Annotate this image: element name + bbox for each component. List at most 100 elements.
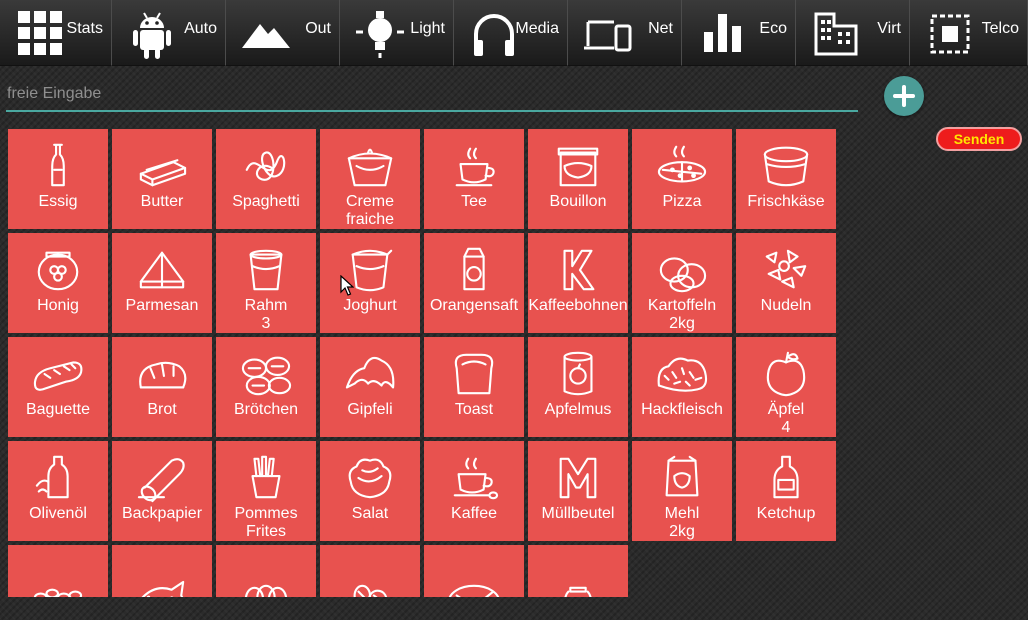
toast-icon	[454, 353, 494, 395]
item-label: Joghurt	[343, 297, 397, 314]
item-tile-olive-oil[interactable]: Olivenöl	[8, 441, 108, 541]
item-tile-baguette[interactable]: Baguette	[8, 337, 108, 437]
item-label: Mehl 2kg	[664, 505, 700, 540]
item-label: Äpfel 4	[767, 401, 805, 436]
item-tile-french-fries[interactable]: Pommes Frites	[216, 441, 316, 541]
apple-icon	[766, 351, 806, 397]
nav-virt-button[interactable]: Virt	[796, 0, 910, 66]
send-button[interactable]: Senden	[936, 127, 1022, 151]
item-label: Backpapier	[121, 505, 203, 522]
item-tile-creme-fraiche-cup[interactable]: Creme fraiche	[320, 129, 420, 229]
item-tile-applesauce-can[interactable]: Apfelmus	[528, 337, 628, 437]
applesauce-can-icon	[563, 351, 593, 396]
bouillon-jar-icon	[557, 147, 599, 187]
item-tile-honey-jar[interactable]: Honig	[8, 233, 108, 333]
building-icon	[814, 12, 858, 56]
item-tile-croissant[interactable]: Gipfeli	[320, 337, 420, 437]
item-tile-minced-meat[interactable]: Hackfleisch	[632, 337, 732, 437]
item-tile-bouillon-jar[interactable]: Bouillon	[528, 129, 628, 229]
item-tile-toast[interactable]: Toast	[424, 337, 524, 437]
item-tile-ketchup-bottle[interactable]: Ketchup	[736, 441, 836, 541]
mouse-cursor-icon	[340, 275, 354, 296]
add-plus-button[interactable]	[884, 76, 924, 116]
flour-bag-icon	[665, 455, 699, 497]
item-tile-sausages[interactable]	[320, 545, 420, 597]
nav-eco-button[interactable]: Eco	[682, 0, 796, 66]
item-label: Tee	[461, 193, 487, 210]
item-label: Hackfleisch	[641, 401, 723, 418]
item-label: Bouillon	[549, 193, 607, 210]
item-label: Müllbeutel	[541, 505, 615, 522]
item-tile-lettuce[interactable]: Salat	[320, 441, 420, 541]
item-tile-yogurt-cup[interactable]: Joghurt	[320, 233, 420, 333]
potatoes-icon	[659, 257, 707, 293]
item-grid: Essig Butter Spaghetti Creme fraiche Tee Boui…	[8, 129, 836, 597]
chip-icon	[930, 14, 970, 54]
item-tile-teacup[interactable]: Tee	[424, 129, 524, 229]
item-tile-cream-cup[interactable]: Rahm 3	[216, 233, 316, 333]
item-tile-apple[interactable]: Äpfel 4	[736, 337, 836, 437]
item-tile-eggs[interactable]	[216, 545, 316, 597]
parmesan-icon	[139, 251, 185, 289]
item-tile-bread-rolls[interactable]: Brötchen	[216, 337, 316, 437]
nav-label: Out	[305, 20, 331, 37]
nav-out-button[interactable]: Out	[226, 0, 340, 66]
nav-label: Telco	[981, 20, 1019, 37]
item-tile-baking-paper-roll[interactable]: Backpapier	[112, 441, 212, 541]
spaghetti-icon	[245, 151, 286, 181]
nav-label: Net	[648, 20, 673, 37]
top-navigation: Stats Auto Out Light Media Net Eco Virt Telco	[0, 0, 1028, 67]
item-tile-cheese-wheel[interactable]	[424, 545, 524, 597]
nav-light-button[interactable]: Light	[340, 0, 454, 66]
item-label: Spaghetti	[232, 193, 300, 210]
item-tile-pasta[interactable]: Nudeln	[736, 233, 836, 333]
item-label: Apfelmus	[544, 401, 612, 418]
item-tile-butter[interactable]: Butter	[112, 129, 212, 229]
olive-oil-icon	[35, 455, 69, 499]
item-label: Rahm 3	[244, 297, 288, 332]
android-icon	[133, 12, 171, 59]
nav-label: Media	[515, 20, 559, 37]
bread-loaf-icon	[139, 361, 187, 389]
cream-cheese-tub-icon	[763, 146, 809, 187]
baguette-icon	[33, 361, 83, 391]
bread-rolls-icon	[241, 356, 292, 396]
item-tile-fish[interactable]	[112, 545, 212, 597]
item-tile-jar[interactable]	[528, 545, 628, 597]
nav-media-button[interactable]: Media	[454, 0, 568, 66]
devices-icon	[584, 20, 632, 52]
item-label: Nudeln	[760, 297, 812, 314]
item-tile-nuts[interactable]	[8, 545, 108, 597]
item-label: Baguette	[25, 401, 91, 418]
item-tile-trash-bag-m[interactable]: Müllbeutel	[528, 441, 628, 541]
nav-net-button[interactable]: Net	[568, 0, 682, 66]
item-label: Brötchen	[233, 401, 299, 418]
free-entry-input[interactable]	[6, 78, 858, 112]
pizza-icon	[657, 145, 707, 183]
item-tile-flour-bag[interactable]: Mehl 2kg	[632, 441, 732, 541]
item-tile-cream-cheese-tub[interactable]: Frischkäse	[736, 129, 836, 229]
item-tile-vinegar-bottle[interactable]: Essig	[8, 129, 108, 229]
item-tile-juice-carton[interactable]: Orangensaft	[424, 233, 524, 333]
item-label: Ketchup	[756, 505, 816, 522]
item-tile-potatoes[interactable]: Kartoffeln 2kg	[632, 233, 732, 333]
lettuce-icon	[348, 458, 392, 499]
nav-label: Auto	[184, 20, 217, 37]
item-label: Pizza	[662, 193, 702, 210]
item-tile-coffee-beans-k[interactable]: Kaffeebohnen	[528, 233, 628, 333]
nav-telco-button[interactable]: Telco	[910, 0, 1028, 66]
item-tile-coffee-cup[interactable]: Kaffee	[424, 441, 524, 541]
nav-stats-button[interactable]: Stats	[0, 0, 112, 66]
item-label: Kaffee	[451, 505, 497, 522]
butter-icon	[139, 159, 187, 187]
nav-label: Stats	[66, 20, 103, 37]
item-tile-bread-loaf[interactable]: Brot	[112, 337, 212, 437]
item-tile-spaghetti[interactable]: Spaghetti	[216, 129, 316, 229]
item-label: Creme fraiche	[345, 193, 395, 228]
item-tile-pizza[interactable]: Pizza	[632, 129, 732, 229]
item-label: Orangensaft	[429, 297, 519, 314]
nav-auto-button[interactable]: Auto	[112, 0, 226, 66]
eggs-icon	[244, 584, 288, 597]
item-tile-parmesan[interactable]: Parmesan	[112, 233, 212, 333]
item-label: Gipfeli	[347, 401, 393, 418]
